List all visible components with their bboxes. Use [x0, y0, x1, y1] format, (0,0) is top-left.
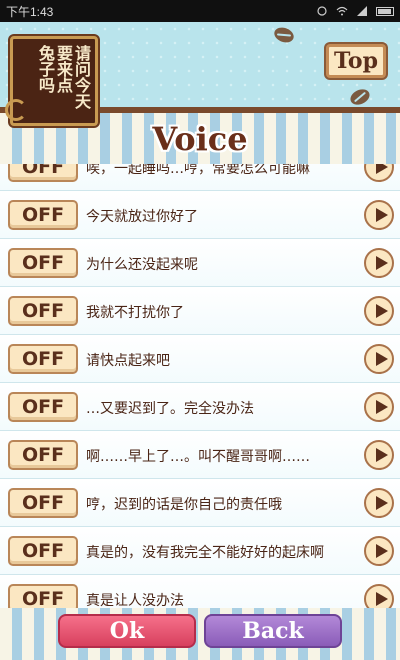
list-item: OFF 我就不打扰你了 [0, 288, 400, 335]
off-toggle-button[interactable]: OFF [8, 200, 78, 230]
voice-line-text: 啊……早上了…。叫不醒哥哥啊…… [86, 449, 310, 465]
voice-line-text: 我就不打扰你了 [86, 305, 184, 321]
list-item: OFF 请快点起来吧 [0, 336, 400, 383]
play-icon[interactable] [364, 248, 394, 278]
off-toggle-button[interactable]: OFF [8, 440, 78, 470]
voice-line-text: 唉，一起睡吗…哼，常要怎么可能嘛 [86, 164, 310, 177]
voice-line-text: 真是的，没有我完全不能好好的起床啊 [86, 545, 324, 561]
voice-list[interactable]: OFF 唉，一起睡吗…哼，常要怎么可能嘛 OFF 今天就放过你好了 OFF 为什… [0, 164, 400, 608]
back-button[interactable]: Back [204, 614, 342, 648]
play-icon[interactable] [364, 164, 394, 182]
app-logo: 请问今天 要来点 兔子吗 [5, 36, 98, 126]
voice-line-text: 请快点起来吧 [86, 353, 170, 369]
off-toggle-button[interactable]: OFF [8, 536, 78, 566]
off-toggle-button[interactable]: OFF [8, 164, 78, 182]
logo-ornament [5, 99, 27, 121]
off-toggle-button[interactable]: OFF [8, 344, 78, 374]
voice-line-text: …又要迟到了。完全没办法 [86, 401, 254, 417]
list-item: OFF 啊……早上了…。叫不醒哥哥啊…… [0, 432, 400, 479]
top-button[interactable]: Top [326, 44, 386, 78]
ok-button[interactable]: Ok [58, 614, 196, 648]
status-time: 下午1:43 [6, 4, 54, 19]
play-icon[interactable] [364, 344, 394, 374]
play-icon[interactable] [364, 392, 394, 422]
play-icon[interactable] [364, 584, 394, 608]
off-toggle-button[interactable]: OFF [8, 392, 78, 422]
voice-line-text: 哼，迟到的话是你自己的责任哦 [86, 497, 282, 513]
page-title: Voice [152, 120, 248, 158]
logo-text: 要来点 [54, 45, 73, 93]
signal-icon [357, 6, 367, 16]
battery-icon [376, 6, 394, 16]
logo-text: 请问今天 [72, 45, 91, 109]
voice-line-text: 为什么还没起来呢 [86, 257, 198, 273]
list-item: OFF 哼，迟到的话是你自己的责任哦 [0, 480, 400, 527]
list-item: OFF 真是让人没办法 [0, 576, 400, 608]
off-toggle-button[interactable]: OFF [8, 296, 78, 326]
list-item: OFF 为什么还没起来呢 [0, 240, 400, 287]
list-item: OFF 今天就放过你好了 [0, 192, 400, 239]
list-item: OFF 真是的，没有我完全不能好好的起床啊 [0, 528, 400, 575]
off-toggle-button[interactable]: OFF [8, 248, 78, 278]
logo-text: 兔子吗 [36, 45, 55, 93]
list-item: OFF 唉，一起睡吗…哼，常要怎么可能嘛 [0, 164, 400, 191]
off-toggle-button[interactable]: OFF [8, 488, 78, 518]
status-icons [316, 6, 394, 16]
voice-line-text: 真是让人没办法 [86, 593, 184, 608]
play-icon[interactable] [364, 440, 394, 470]
list-item: OFF …又要迟到了。完全没办法 [0, 384, 400, 431]
alarm-icon [317, 6, 327, 16]
play-icon[interactable] [364, 200, 394, 230]
play-icon[interactable] [364, 488, 394, 518]
play-icon[interactable] [364, 296, 394, 326]
off-toggle-button[interactable]: OFF [8, 584, 78, 608]
play-icon[interactable] [364, 536, 394, 566]
status-bar: 下午1:43 [0, 0, 400, 22]
wifi-icon [336, 6, 348, 16]
voice-line-text: 今天就放过你好了 [86, 209, 198, 225]
